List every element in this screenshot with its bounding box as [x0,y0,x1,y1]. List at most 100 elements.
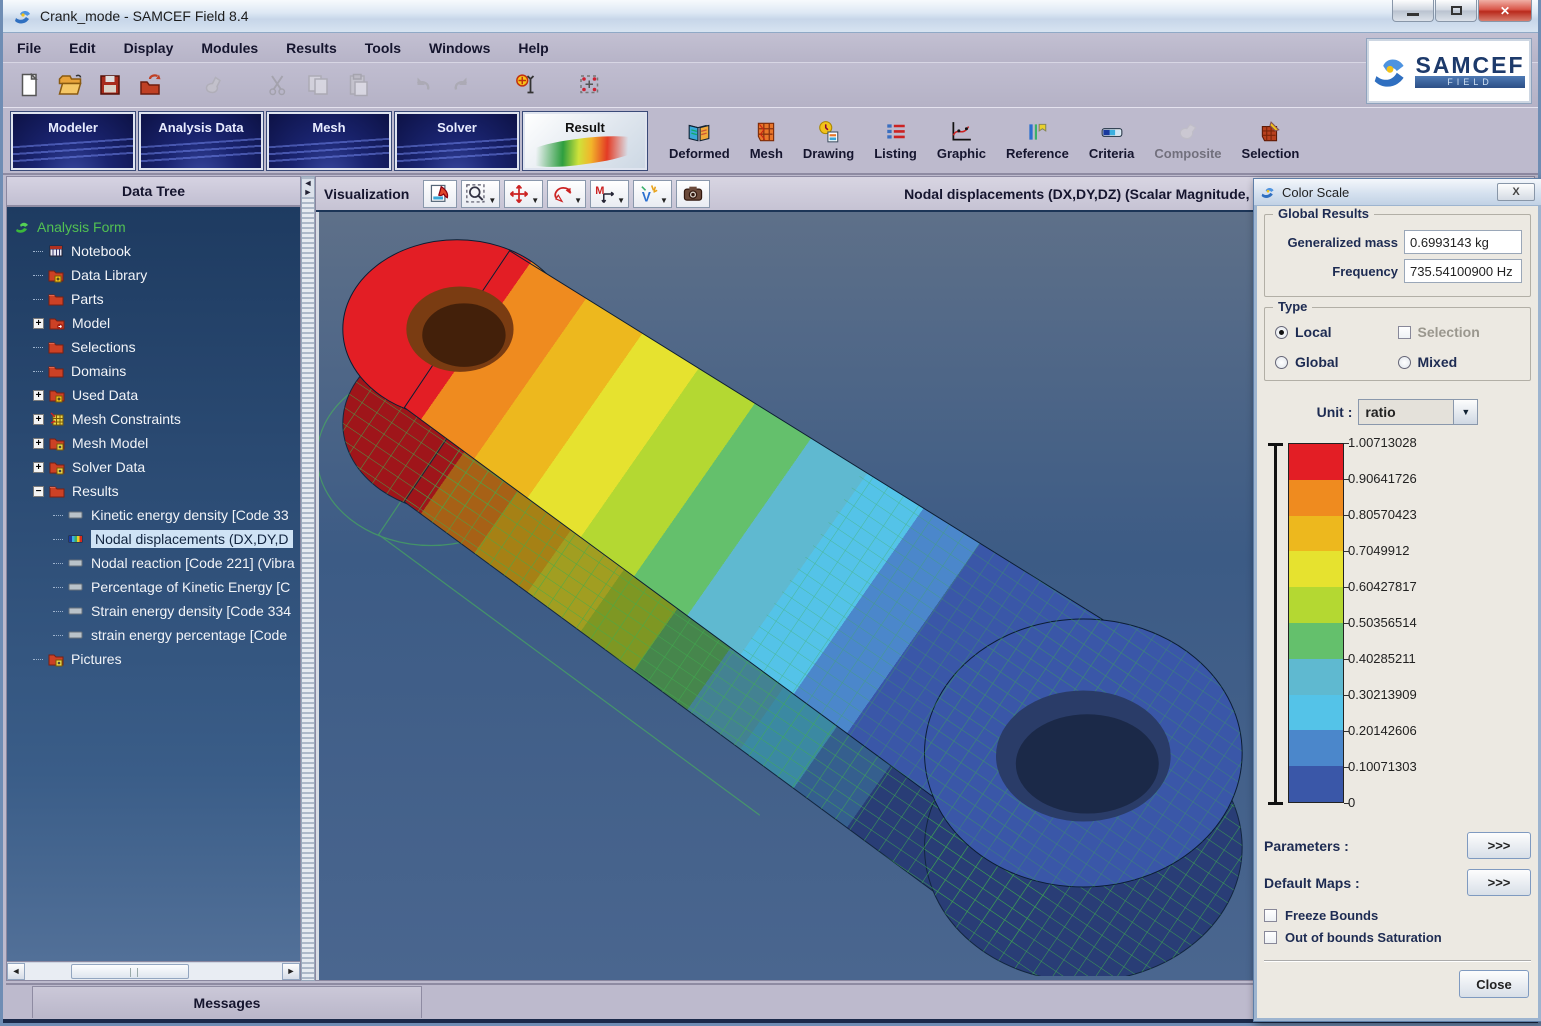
tool-listing[interactable]: Listing [874,120,917,161]
tree-item-nodal-reaction-code-221-vibra[interactable]: Nodal reaction [Code 221] (Vibra [7,551,300,575]
tree-item-mesh-model[interactable]: + Mesh Model [7,431,300,455]
tree-item-percentage-of-kinetic-energy-c[interactable]: Percentage of Kinetic Energy [C [7,575,300,599]
tree-item-parts[interactable]: Parts [7,287,300,311]
parameters-expand-button[interactable]: >>> [1467,832,1531,859]
tool-graphic[interactable]: Graphic [937,120,986,161]
tool-drawing[interactable]: Drawing [803,120,854,161]
radio-local[interactable] [1275,325,1288,339]
dialog-title-bar[interactable]: Color Scale X [1254,179,1541,206]
menu-item-edit[interactable]: Edit [69,40,95,56]
tool-composite[interactable]: Composite [1154,120,1222,161]
units-button[interactable] [511,70,541,100]
dropdown-caret-icon[interactable]: ▼ [488,196,496,205]
tree-item-kinetic-energy-density-code-33[interactable]: Kinetic energy density [Code 33 [7,503,300,527]
tree-item-domains[interactable]: Domains [7,359,300,383]
default-maps-expand-button[interactable]: >>> [1467,869,1531,896]
radio-mixed[interactable] [1397,355,1411,369]
type-option-global[interactable]: Global [1275,354,1398,370]
tool-selection[interactable]: Selection [1242,120,1299,161]
dropdown-caret-icon[interactable]: ▼ [617,196,625,205]
cut-button[interactable] [263,70,293,100]
menu-item-modules[interactable]: Modules [201,40,258,56]
tool-mesh[interactable]: Mesh [750,120,783,161]
tree-item-analysis-form[interactable]: Analysis Form [7,215,300,239]
copy-button[interactable] [303,70,333,100]
checkbox-row-freeze-bounds[interactable]: Freeze Bounds [1264,908,1531,923]
checkbox-selection[interactable] [1397,325,1411,339]
print-button[interactable] [199,70,229,100]
expand-icon[interactable]: + [33,437,44,449]
scroll-right-icon[interactable]: ► [282,962,300,980]
tree-item-nodal-displacements-dx-dy-d[interactable]: Nodal displacements (DX,DY,D [7,527,300,551]
field-value-generalized-mass[interactable]: 0.6993143 kg [1404,230,1522,254]
redo-button[interactable] [447,70,477,100]
menu-item-tools[interactable]: Tools [365,40,401,56]
paste-button[interactable] [343,70,373,100]
tree-item-strain-energy-density-code-334[interactable]: Strain energy density [Code 334 [7,599,300,623]
move-axes-button[interactable]: M ▼ [590,179,630,208]
new-document-button[interactable] [15,70,45,100]
tree-item-mesh-constraints[interactable]: + Mesh Constraints [7,407,300,431]
undo-button[interactable] [407,70,437,100]
close-dialog-button[interactable]: Close [1459,970,1529,998]
menu-item-help[interactable]: Help [518,40,548,56]
checkbox-icon[interactable] [1264,931,1277,944]
collapse-icon[interactable]: − [33,485,44,497]
scroll-left-icon[interactable]: ◄ [7,962,25,980]
tree-item-notebook[interactable]: Notebook [7,239,300,263]
field-value-frequency[interactable]: 735.54100900 Hz [1404,259,1522,283]
chevron-down-icon[interactable]: ▼ [1453,400,1478,424]
module-button-modeler[interactable]: Modeler [10,110,136,171]
type-option-selection[interactable]: Selection [1397,324,1521,340]
expand-icon[interactable]: + [33,461,44,473]
tool-reference[interactable]: Reference [1006,120,1069,161]
tree-item-results[interactable]: − Results [7,479,300,503]
module-button-solver[interactable]: Solver [394,110,520,171]
type-option-local[interactable]: Local [1275,324,1398,340]
module-button-analysis-data[interactable]: Analysis Data [138,110,264,171]
tree-item-data-library[interactable]: Data Library [7,263,300,287]
dropdown-caret-icon[interactable]: ▼ [531,196,539,205]
dropdown-caret-icon[interactable]: ▼ [574,196,582,205]
import-button[interactable] [135,70,165,100]
expand-icon[interactable]: + [33,413,44,425]
collapse-right-icon[interactable]: ► [302,188,314,197]
menu-item-results[interactable]: Results [286,40,337,56]
dialog-close-icon[interactable]: X [1497,183,1535,201]
type-option-mixed[interactable]: Mixed [1397,354,1521,370]
checkbox-row-out-of-bounds-saturation[interactable]: Out of bounds Saturation [1264,930,1531,945]
scrollbar-thumb[interactable] [71,963,190,979]
expand-icon[interactable]: + [33,317,44,329]
tree-horizontal-scrollbar[interactable]: ◄ ► [7,961,300,980]
rotate-button[interactable]: ▼ [547,179,587,208]
pan-button[interactable]: ▼ [504,179,544,208]
module-button-mesh[interactable]: Mesh [266,110,392,171]
menu-item-display[interactable]: Display [124,40,174,56]
visibility-wand-button[interactable]: V ▼ [633,179,672,208]
tree-item-selections[interactable]: Selections [7,335,300,359]
checkbox-icon[interactable] [1264,909,1277,922]
tab-messages[interactable]: Messages [32,986,422,1018]
tree-item-pictures[interactable]: Pictures [7,647,300,671]
tree-item-solver-data[interactable]: + Solver Data [7,455,300,479]
tree-item-model[interactable]: + Model [7,311,300,335]
menu-item-windows[interactable]: Windows [429,40,490,56]
zoom-select-button[interactable]: ▼ [461,179,501,208]
save-button[interactable] [95,70,125,100]
tree-item-used-data[interactable]: + Used Data [7,383,300,407]
display-style-button[interactable] [423,179,458,208]
open-file-button[interactable] [55,70,85,100]
pick-selection-button[interactable] [575,70,605,100]
minimize-button[interactable] [1392,0,1434,22]
module-button-result[interactable]: Result [522,110,648,171]
tree-item-strain-energy-percentage-code[interactable]: strain energy percentage [Code [7,623,300,647]
radio-global[interactable] [1275,355,1288,369]
maximize-button[interactable] [1435,0,1477,22]
tool-deformed[interactable]: Deformed [669,120,730,161]
menu-item-file[interactable]: File [17,40,41,56]
close-button[interactable]: ✕ [1478,0,1532,22]
panel-splitter[interactable]: ◄ ► [301,176,315,981]
dropdown-caret-icon[interactable]: ▼ [660,196,668,205]
snapshot-button[interactable] [675,179,710,208]
unit-dropdown[interactable]: ratio ▼ [1358,399,1479,425]
